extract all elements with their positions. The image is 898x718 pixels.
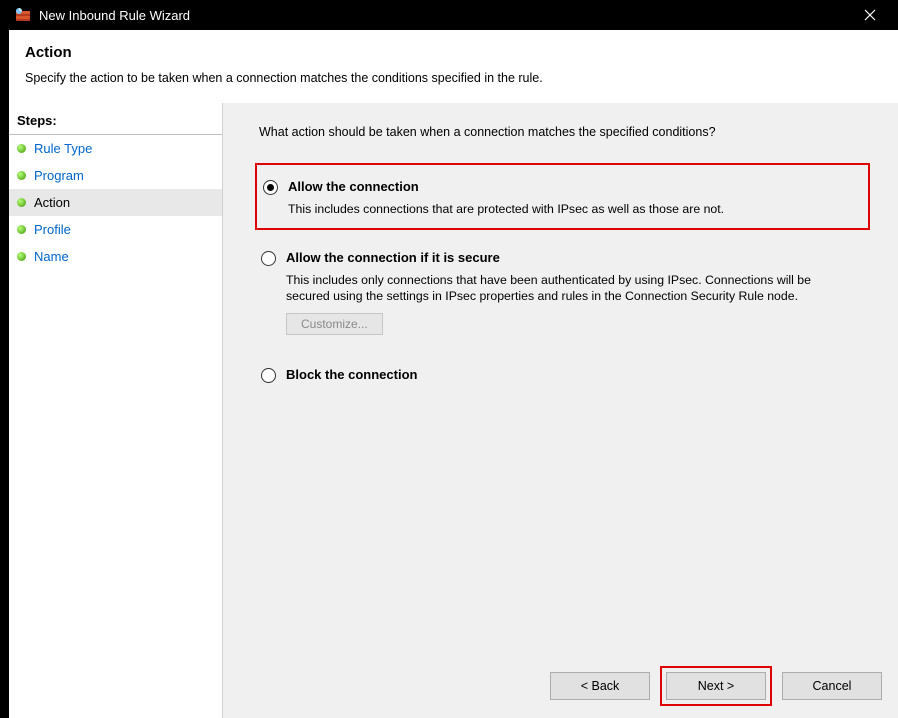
steps-sidebar: Steps: Rule Type Program Action Profile …: [9, 103, 223, 718]
close-button[interactable]: [850, 0, 890, 30]
customize-button: Customize...: [286, 313, 383, 335]
next-button[interactable]: Next >: [666, 672, 766, 700]
step-bullet-icon: [17, 252, 26, 261]
question-text: What action should be taken when a conne…: [259, 125, 870, 139]
step-label: Rule Type: [34, 141, 92, 156]
step-label: Name: [34, 249, 69, 264]
step-bullet-icon: [17, 144, 26, 153]
radio-secure[interactable]: [261, 251, 276, 266]
option-allow-label: Allow the connection: [288, 179, 419, 194]
option-secure-label: Allow the connection if it is secure: [286, 250, 500, 265]
radio-block[interactable]: [261, 368, 276, 383]
option-allow-desc: This includes connections that are prote…: [288, 201, 828, 218]
step-label: Action: [34, 195, 70, 210]
highlight-next-button: Next >: [660, 666, 772, 706]
page-title: Action: [25, 44, 882, 61]
radio-allow[interactable]: [263, 180, 278, 195]
page-subtitle: Specify the action to be taken when a co…: [25, 71, 882, 85]
option-block-group: Block the connection: [259, 361, 870, 387]
step-name[interactable]: Name: [9, 243, 222, 270]
step-rule-type[interactable]: Rule Type: [9, 135, 222, 162]
wizard-window: New Inbound Rule Wizard Action Specify t…: [9, 0, 898, 718]
firewall-icon: [15, 7, 31, 23]
step-bullet-icon: [17, 171, 26, 180]
step-bullet-icon: [17, 225, 26, 234]
option-block[interactable]: Block the connection: [259, 361, 870, 387]
titlebar: New Inbound Rule Wizard: [9, 0, 898, 30]
steps-title: Steps:: [9, 109, 222, 135]
wizard-footer: < Back Next > Cancel: [550, 666, 882, 706]
step-profile[interactable]: Profile: [9, 216, 222, 243]
content: Steps: Rule Type Program Action Profile …: [9, 103, 898, 718]
step-bullet-icon: [17, 198, 26, 207]
highlight-allow-option: Allow the connection This includes conne…: [255, 163, 870, 230]
step-label: Profile: [34, 222, 71, 237]
header: Action Specify the action to be taken wh…: [9, 30, 898, 103]
option-secure[interactable]: Allow the connection if it is secure: [259, 244, 870, 270]
main-panel: What action should be taken when a conne…: [223, 103, 898, 718]
step-action[interactable]: Action: [9, 189, 222, 216]
window-title: New Inbound Rule Wizard: [39, 8, 850, 23]
option-allow[interactable]: Allow the connection: [261, 173, 862, 199]
option-secure-desc: This includes only connections that have…: [286, 272, 826, 305]
step-program[interactable]: Program: [9, 162, 222, 189]
option-secure-group: Allow the connection if it is secure Thi…: [259, 244, 870, 335]
cancel-button[interactable]: Cancel: [782, 672, 882, 700]
option-block-label: Block the connection: [286, 367, 417, 382]
close-icon: [864, 9, 876, 21]
back-button[interactable]: < Back: [550, 672, 650, 700]
step-label: Program: [34, 168, 84, 183]
